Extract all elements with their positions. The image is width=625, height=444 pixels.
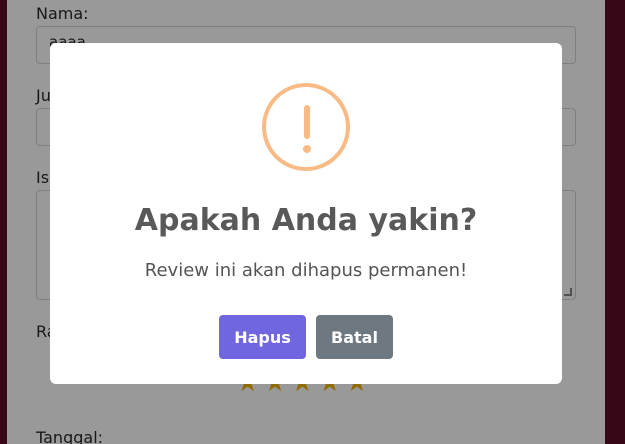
cancel-button[interactable]: Batal <box>316 315 393 359</box>
delete-button[interactable]: Hapus <box>219 315 306 359</box>
warning-icon <box>262 83 350 171</box>
dialog-message: Review ini akan dihapus permanen! <box>144 260 468 281</box>
confirm-dialog: Apakah Anda yakin? Review ini akan dihap… <box>50 43 562 384</box>
dialog-title: Apakah Anda yakin? <box>134 203 478 238</box>
